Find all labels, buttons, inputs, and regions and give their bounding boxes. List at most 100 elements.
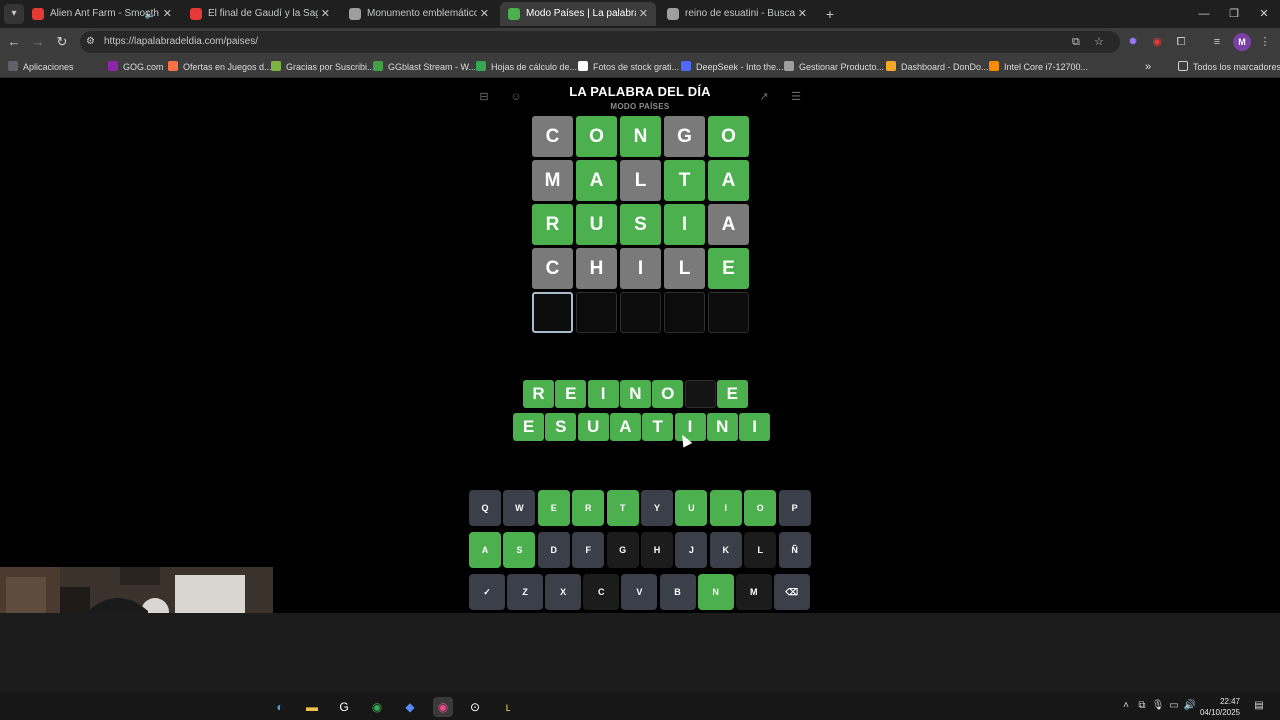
grid-cell: T	[664, 160, 705, 201]
stats-icon[interactable]: ↗	[757, 90, 771, 104]
enter-key-check-icon[interactable]: ✓	[469, 574, 505, 610]
bookmark-item[interactable]: Fotos de stock grati...	[578, 56, 679, 78]
more-bookmarks-chevron-icon[interactable]: »	[1145, 56, 1151, 78]
close-window-button[interactable]: ✕	[1250, 4, 1278, 24]
key-l[interactable]: L	[744, 532, 777, 568]
chrome-active-icon[interactable]: ◉	[433, 697, 453, 717]
key-h[interactable]: H	[641, 532, 673, 568]
key-b[interactable]: B	[659, 574, 696, 610]
key-c[interactable]: C	[583, 574, 620, 610]
network-icon[interactable]: ▭	[1167, 698, 1181, 714]
settings-sliders-icon[interactable]: ☰	[789, 90, 803, 104]
forward-button[interactable]: →	[28, 32, 48, 52]
browser-tab[interactable]: El final de Gaudí y la Sagrada F✕	[182, 2, 338, 26]
key-k[interactable]: K	[709, 532, 742, 568]
bookmark-item[interactable]: Dashboard - DonDo...	[886, 56, 989, 78]
grid-cell: O	[708, 116, 749, 157]
profile-avatar[interactable]: M	[1233, 33, 1251, 51]
key-enye[interactable]: Ñ	[778, 532, 811, 568]
key-g[interactable]: G	[606, 532, 639, 568]
key-s[interactable]: S	[503, 532, 536, 568]
chrome-icon[interactable]: ◉	[367, 697, 387, 717]
solution-letter-tile: S	[545, 413, 577, 441]
minimize-button[interactable]: —	[1190, 4, 1218, 24]
tab-close-icon[interactable]: ✕	[798, 2, 807, 26]
user-icon[interactable]: ☺	[509, 90, 523, 104]
tray-chevron-icon[interactable]: ˄	[1119, 698, 1133, 714]
edge-icon[interactable]: ◐	[270, 697, 290, 717]
back-button[interactable]: ←	[4, 32, 24, 52]
menu-kebab-icon[interactable]: ⋮	[1256, 33, 1274, 51]
tab-close-icon[interactable]: ✕	[321, 2, 330, 26]
key-x[interactable]: X	[545, 574, 582, 610]
tab-close-icon[interactable]: ✕	[639, 2, 648, 26]
key-p[interactable]: P	[778, 490, 811, 526]
bookmark-item[interactable]: Hojas de cálculo de...	[476, 56, 577, 78]
key-f[interactable]: F	[572, 532, 605, 568]
notifications-icon[interactable]: ▤	[1252, 698, 1266, 714]
key-a[interactable]: A	[469, 532, 501, 568]
reload-button[interactable]: ↻	[52, 32, 72, 52]
bookmark-item[interactable]: GOG.com	[108, 56, 164, 78]
key-w[interactable]: W	[503, 490, 536, 526]
new-tab-button[interactable]: +	[822, 4, 838, 24]
grid-cell: M	[532, 160, 573, 201]
app-diamond-icon[interactable]: ◆	[400, 697, 420, 717]
key-y[interactable]: Y	[641, 490, 673, 526]
league-icon[interactable]: ʟ	[498, 697, 518, 717]
install-app-icon[interactable]: ⧉	[1072, 31, 1080, 53]
key-j[interactable]: J	[675, 532, 708, 568]
browser-tab[interactable]: Modo Países | La palabra del dí✕	[500, 2, 656, 26]
tab-close-icon[interactable]: ✕	[163, 2, 172, 26]
key-r[interactable]: R	[572, 490, 605, 526]
bookmark-item[interactable]: GGblast Stream - W...	[373, 56, 476, 78]
key-m[interactable]: M	[735, 574, 772, 610]
grid-cell	[620, 292, 661, 333]
system-clock[interactable]: 22:47 04/10/2025	[1196, 696, 1240, 718]
key-z[interactable]: Z	[507, 574, 544, 610]
key-n[interactable]: N	[697, 574, 734, 610]
info-icon[interactable]: ⊟	[477, 90, 491, 104]
tray-app-icon[interactable]: ⧉	[1135, 698, 1149, 714]
tab-close-icon[interactable]: ✕	[480, 2, 489, 26]
tab-audio-icon[interactable]: 🔈	[145, 2, 156, 26]
key-q[interactable]: Q	[469, 490, 501, 526]
key-d[interactable]: D	[537, 532, 570, 568]
bookmark-item[interactable]: Aplicaciones	[8, 56, 74, 78]
obs-icon[interactable]: ⊙	[465, 697, 485, 717]
bookmark-star-icon[interactable]: ☆	[1094, 31, 1104, 53]
bookmark-item[interactable]: Gracias por Suscribi...	[271, 56, 375, 78]
address-bar[interactable]: ⚙ https://lapalabradeldia.com/paises/ ⧉ …	[80, 31, 1120, 53]
microphone-icon[interactable]: 🎙	[1151, 698, 1165, 714]
app-g-icon[interactable]: G	[334, 697, 354, 717]
key-t[interactable]: T	[606, 490, 639, 526]
grid-cell	[576, 292, 617, 333]
solution-letter-tile: R	[523, 380, 554, 408]
key-e[interactable]: E	[537, 490, 570, 526]
file-explorer-icon[interactable]: ▬	[302, 697, 322, 717]
site-info-icon[interactable]: ⚙	[86, 31, 95, 53]
backspace-key-icon[interactable]: ⌫	[773, 574, 810, 610]
restore-button[interactable]: ❐	[1220, 4, 1248, 24]
all-bookmarks-folder[interactable]: Todos los marcadores	[1178, 56, 1280, 78]
media-controls-icon[interactable]: ≡	[1208, 33, 1226, 51]
bookmark-item[interactable]: DeepSeek - Into the...	[681, 56, 784, 78]
extension-gear-icon[interactable]: ✹	[1124, 33, 1142, 51]
key-v[interactable]: V	[621, 574, 658, 610]
extensions-puzzle-icon[interactable]: ⧠	[1172, 33, 1190, 51]
bookmark-favicon-icon	[681, 61, 691, 71]
bookmark-item[interactable]: Intel Core i7-12700...	[989, 56, 1088, 78]
url-text[interactable]: https://lapalabradeldia.com/paises/	[104, 31, 258, 53]
browser-tab[interactable]: reino de esuatini - Buscar con G✕	[659, 2, 815, 26]
browser-tab[interactable]: Alien Ant Farm - Smooth C 🔈 ✕	[24, 2, 180, 26]
tab-search-button[interactable]: ▾	[4, 4, 24, 24]
key-o[interactable]: O	[744, 490, 777, 526]
volume-icon[interactable]: 🔊	[1183, 698, 1197, 714]
extension-red-icon[interactable]: ◉	[1148, 33, 1166, 51]
bookmark-item[interactable]: Gestionar Producto...	[784, 56, 884, 78]
tab-title: El final de Gaudí y la Sagrada F	[208, 8, 318, 19]
key-u[interactable]: U	[675, 490, 708, 526]
key-i[interactable]: I	[709, 490, 742, 526]
bookmark-item[interactable]: Ofertas en Juegos d...	[168, 56, 272, 78]
browser-tab[interactable]: Monumento emblemático de E✕	[341, 2, 497, 26]
